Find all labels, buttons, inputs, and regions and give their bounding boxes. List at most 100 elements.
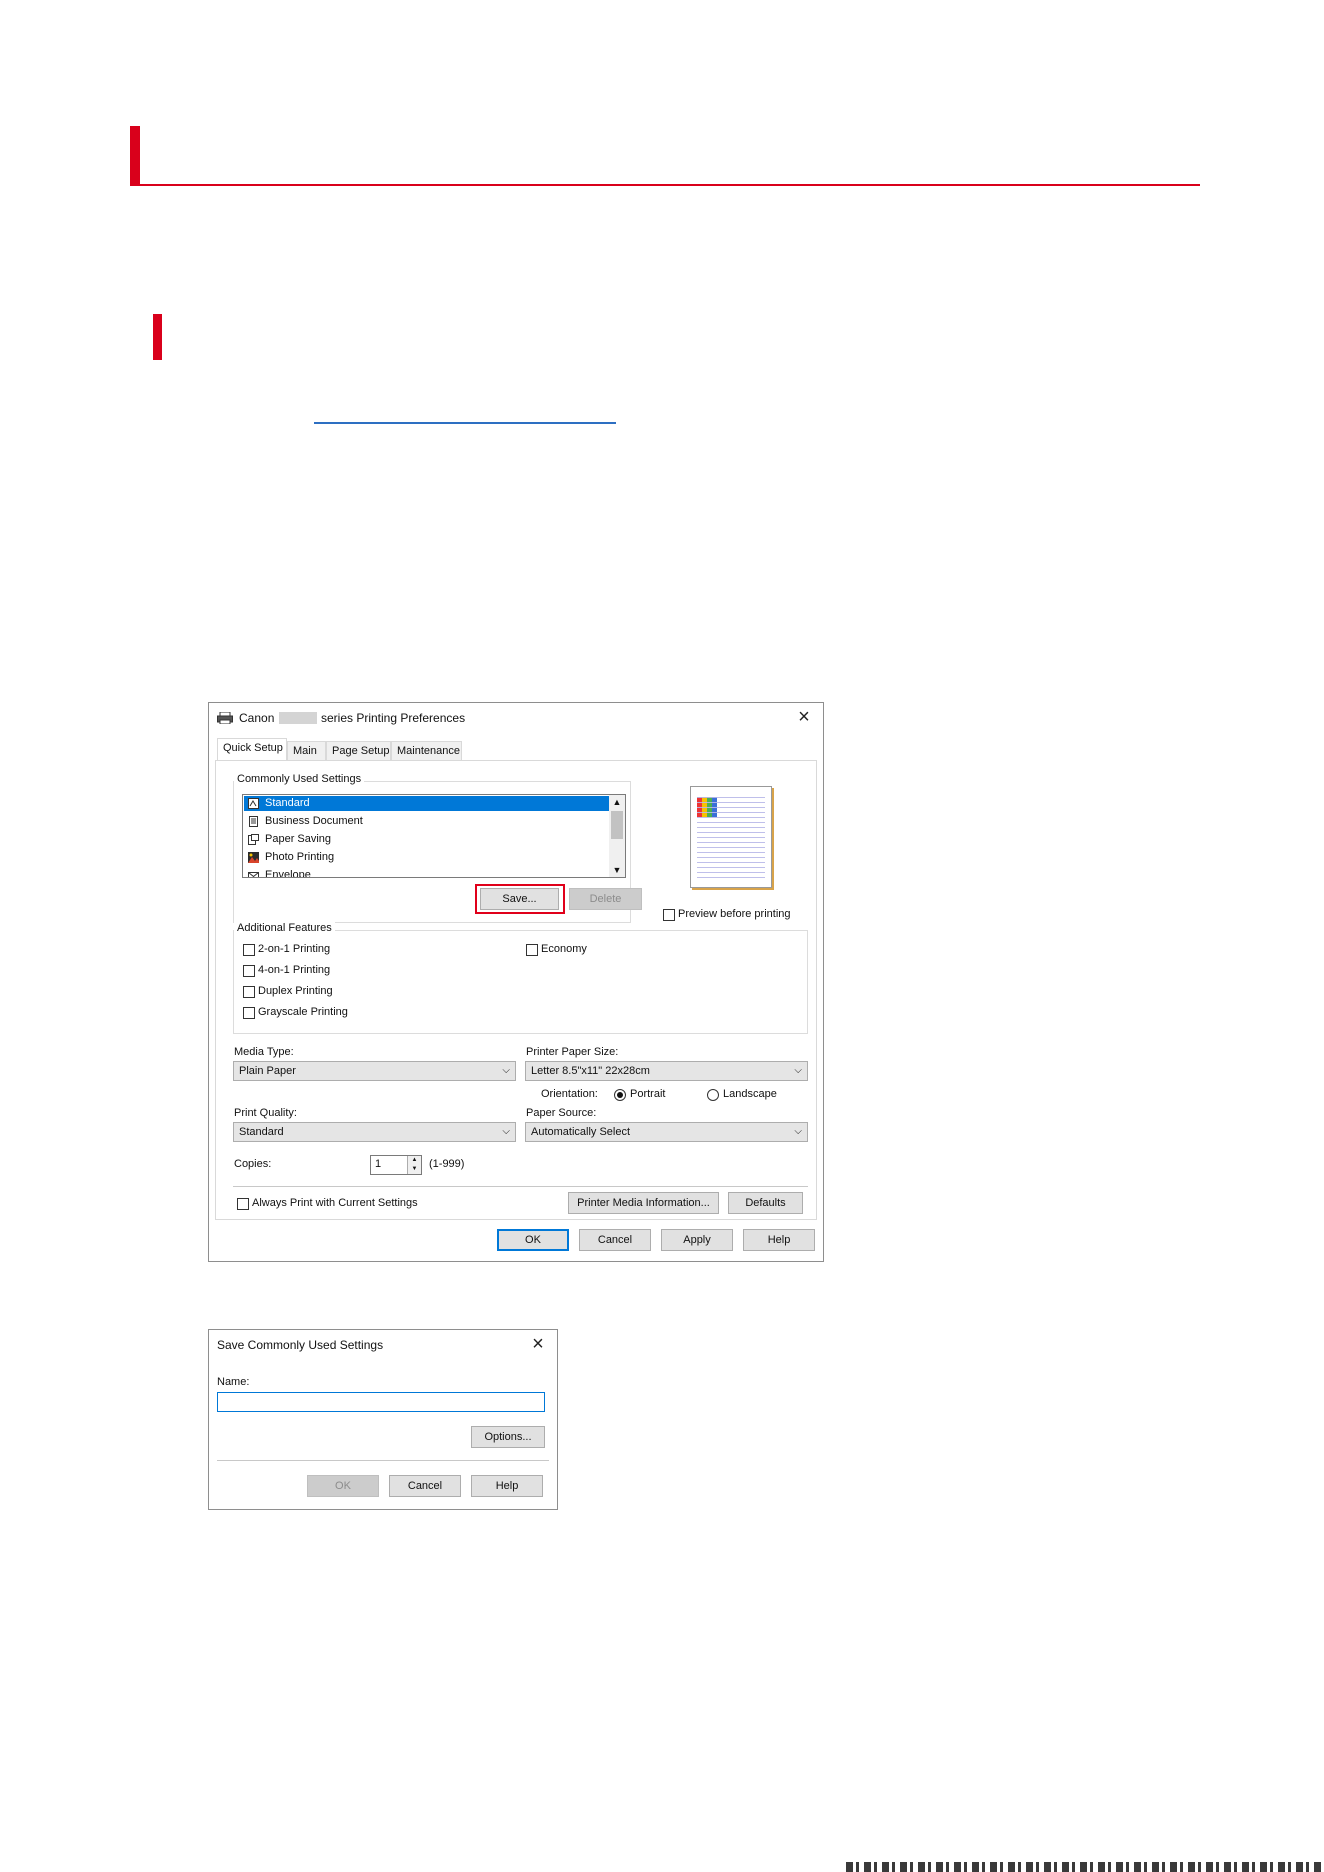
standard-settings-icon	[248, 798, 259, 809]
tab-main[interactable]: Main	[287, 741, 326, 761]
name-label: Name:	[217, 1376, 250, 1388]
paper-size-value: Letter 8.5"x11" 22x28cm	[531, 1065, 650, 1077]
preview-label: Preview before printing	[678, 908, 791, 920]
dialog-titlebar: Save Commonly Used Settings ×	[209, 1330, 557, 1360]
economy-checkbox[interactable]	[526, 944, 538, 956]
page-footer-strip	[846, 1862, 1324, 1872]
list-item-label: Envelope	[265, 869, 311, 878]
feature-checkbox[interactable]	[243, 965, 255, 977]
dialog-title: series Printing Preferences	[321, 711, 466, 725]
feature-label: Duplex Printing	[258, 985, 333, 997]
print-quality-select[interactable]: Standard ⌵	[233, 1122, 516, 1142]
scrollbar-thumb[interactable]	[611, 811, 623, 839]
help-button[interactable]: Help	[743, 1229, 815, 1251]
economy-label: Economy	[541, 943, 587, 955]
list-item-label: Photo Printing	[265, 851, 335, 863]
tab-page-setup[interactable]: Page Setup	[326, 741, 391, 761]
additional-features-label: Additional Features	[234, 922, 335, 934]
orientation-label: Orientation:	[541, 1088, 598, 1100]
copies-label: Copies:	[234, 1158, 272, 1170]
list-item[interactable]: Standard	[244, 796, 609, 811]
ok-button[interactable]: OK	[497, 1229, 569, 1251]
help-button[interactable]: Help	[471, 1475, 543, 1497]
feature-checkbox[interactable]	[243, 1007, 255, 1019]
divider	[233, 1186, 808, 1187]
chevron-down-icon[interactable]: ▼	[609, 863, 625, 877]
tab-strip: Quick Setup Main Page Setup Maintenance	[217, 738, 817, 761]
portrait-label: Portrait	[630, 1088, 666, 1100]
printing-preferences-dialog: Canon series Printing Preferences × Quic…	[208, 702, 824, 1262]
paper-source-value: Automatically Select	[531, 1126, 631, 1138]
chevron-down-icon: ⌵	[502, 1126, 510, 1137]
dialog-title: Save Commonly Used Settings	[217, 1338, 384, 1352]
chevron-up-icon[interactable]: ▲	[609, 795, 625, 809]
name-input[interactable]	[217, 1392, 545, 1412]
copies-stepper[interactable]: 1 ▲ ▼	[370, 1155, 422, 1175]
document-link[interactable]	[314, 402, 616, 424]
envelope-icon	[248, 872, 259, 877]
preview-text-lines	[697, 797, 765, 879]
print-quality-value: Standard	[239, 1126, 284, 1138]
paper-source-select[interactable]: Automatically Select ⌵	[525, 1122, 808, 1142]
list-item[interactable]: Envelope	[244, 868, 609, 878]
list-item-label: Paper Saving	[265, 833, 332, 845]
ok-button[interactable]: OK	[307, 1475, 379, 1497]
feature-label: 2-on-1 Printing	[258, 943, 331, 955]
chevron-down-icon: ⌵	[794, 1126, 802, 1137]
feature-checkbox[interactable]	[243, 944, 255, 956]
delete-button[interactable]: Delete	[569, 888, 642, 910]
feature-checkbox[interactable]	[243, 986, 255, 998]
list-item-label: Business Document	[265, 815, 363, 827]
print-quality-label: Print Quality:	[234, 1107, 297, 1119]
landscape-label: Landscape	[723, 1088, 777, 1100]
list-item[interactable]: Business Document	[244, 814, 609, 829]
printer-icon	[217, 712, 233, 724]
chevron-down-icon: ⌵	[502, 1065, 510, 1076]
media-type-select[interactable]: Plain Paper ⌵	[233, 1061, 516, 1081]
settings-listbox[interactable]: Standard Business Document Paper Saving …	[242, 794, 626, 878]
document-icon	[249, 816, 258, 827]
list-item[interactable]: Paper Saving	[244, 832, 609, 847]
cancel-button[interactable]: Cancel	[389, 1475, 461, 1497]
copies-value: 1	[375, 1158, 382, 1170]
list-item[interactable]: Photo Printing	[244, 850, 609, 865]
options-button[interactable]: Options...	[471, 1426, 545, 1448]
save-button[interactable]: Save...	[480, 888, 559, 910]
printer-media-information-button[interactable]: Printer Media Information...	[568, 1192, 719, 1214]
photo-icon	[248, 852, 259, 863]
heading-accent-bar	[130, 126, 140, 186]
landscape-radio[interactable]	[707, 1089, 719, 1101]
paper-size-label: Printer Paper Size:	[526, 1046, 619, 1058]
listbox-scrollbar[interactable]: ▲ ▼	[609, 795, 625, 877]
feature-label: 4-on-1 Printing	[258, 964, 331, 976]
close-icon[interactable]: ×	[793, 706, 815, 728]
paper-size-select[interactable]: Letter 8.5"x11" 22x28cm ⌵	[525, 1061, 808, 1081]
heading-underline	[130, 184, 1200, 186]
tab-quick-setup[interactable]: Quick Setup	[217, 738, 287, 761]
media-type-value: Plain Paper	[239, 1065, 296, 1077]
paper-saving-icon	[248, 834, 259, 845]
defaults-button[interactable]: Defaults	[728, 1192, 803, 1214]
dialog-title-prefix: Canon	[239, 711, 275, 725]
paper-preview	[690, 786, 772, 888]
preview-checkbox[interactable]	[663, 909, 675, 921]
always-print-checkbox[interactable]	[237, 1198, 249, 1210]
model-name-redacted	[279, 712, 317, 724]
commonly-used-settings-label: Commonly Used Settings	[234, 773, 365, 785]
divider	[217, 1460, 549, 1461]
cancel-button[interactable]: Cancel	[579, 1229, 651, 1251]
portrait-radio[interactable]	[614, 1089, 626, 1101]
subheading-accent-bar	[153, 314, 162, 360]
dialog-titlebar: Canon series Printing Preferences ×	[209, 703, 823, 733]
spinner-icon[interactable]: ▲ ▼	[407, 1156, 421, 1174]
save-settings-dialog: Save Commonly Used Settings × Name: Opti…	[208, 1329, 558, 1510]
apply-button[interactable]: Apply	[661, 1229, 733, 1251]
feature-label: Grayscale Printing	[258, 1006, 348, 1018]
media-type-label: Media Type:	[234, 1046, 294, 1058]
list-item-label: Standard	[265, 797, 310, 809]
tab-maintenance[interactable]: Maintenance	[391, 741, 462, 761]
chevron-down-icon: ⌵	[794, 1065, 802, 1076]
paper-source-label: Paper Source:	[526, 1107, 597, 1119]
close-icon[interactable]: ×	[527, 1333, 549, 1355]
copies-range: (1-999)	[429, 1158, 465, 1170]
